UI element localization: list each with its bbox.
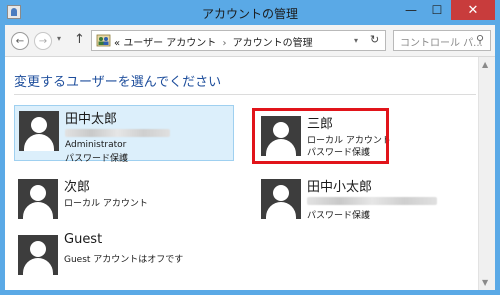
user-avatar-icon	[261, 179, 301, 219]
scroll-up-icon[interactable]: ▲	[482, 60, 488, 69]
account-protection: パスワード保護	[307, 211, 371, 221]
divider	[14, 94, 476, 95]
account-name: 田中太郎	[65, 112, 118, 127]
close-button[interactable]: ✕	[451, 0, 495, 20]
blurred-email	[65, 129, 170, 137]
scroll-down-icon[interactable]: ▼	[482, 278, 488, 287]
account-name: 次郎	[64, 180, 91, 195]
breadcrumb-separator-icon[interactable]: ›	[222, 38, 226, 49]
account-jiro[interactable]: 次郎 ローカル アカウント	[14, 174, 234, 230]
account-type: ローカル アカウント	[64, 199, 148, 209]
account-tanaka-kotaro[interactable]: 田中小太郎 パスワード保護	[257, 174, 477, 230]
refresh-icon[interactable]: ↻	[370, 33, 379, 46]
address-bar[interactable]: « ユーザー アカウント › アカウントの管理 ▾ ↻	[91, 30, 386, 51]
user-accounts-icon	[96, 34, 111, 47]
user-avatar-icon	[18, 235, 58, 275]
user-avatar-icon	[18, 179, 58, 219]
account-name: Guest	[64, 232, 103, 247]
account-type: Guest アカウントはオフです	[64, 255, 184, 265]
breadcrumb-user-accounts[interactable]: ユーザー アカウント	[123, 38, 216, 49]
breadcrumb: « ユーザー アカウント › アカウントの管理	[114, 34, 313, 49]
minimize-button[interactable]: —	[398, 0, 424, 20]
highlight-frame	[252, 108, 389, 164]
account-name: 田中小太郎	[307, 180, 373, 195]
page-heading: 変更するユーザーを選んでください	[14, 75, 222, 90]
breadcrumb-overflow[interactable]: «	[114, 38, 120, 49]
search-icon[interactable]: ⚲	[476, 33, 484, 46]
account-type: Administrator	[65, 140, 127, 150]
address-dropdown-icon[interactable]: ▾	[354, 36, 358, 45]
forward-button[interactable]: →	[34, 32, 52, 50]
search-input[interactable]: コントロール パ... ⚲	[393, 30, 491, 51]
account-guest[interactable]: Guest Guest アカウントはオフです	[14, 230, 234, 286]
up-button[interactable]: ↑	[74, 32, 85, 47]
search-placeholder: コントロール パ...	[400, 38, 483, 49]
breadcrumb-manage-accounts[interactable]: アカウントの管理	[233, 38, 313, 49]
window: アカウントの管理 — ☐ ✕ ← → ▾ ↑ « ユーザー アカウント › アカ…	[0, 0, 500, 295]
navigation-bar: ← → ▾ ↑ « ユーザー アカウント › アカウントの管理 ▾ ↻ コントロ…	[5, 25, 495, 57]
vertical-scrollbar[interactable]: ▲ ▼	[478, 57, 495, 290]
recent-locations-icon[interactable]: ▾	[57, 34, 61, 43]
account-protection: パスワード保護	[65, 154, 129, 164]
main-content: 変更するユーザーを選んでください 田中太郎 Administrator パスワー…	[5, 57, 495, 290]
user-avatar-icon	[19, 111, 59, 151]
maximize-button[interactable]: ☐	[424, 0, 450, 20]
account-tanaka-taro[interactable]: 田中太郎 Administrator パスワード保護	[14, 105, 234, 164]
blurred-email	[307, 197, 437, 205]
title-bar[interactable]: アカウントの管理 — ☐ ✕	[0, 0, 500, 25]
back-button[interactable]: ←	[11, 32, 29, 50]
